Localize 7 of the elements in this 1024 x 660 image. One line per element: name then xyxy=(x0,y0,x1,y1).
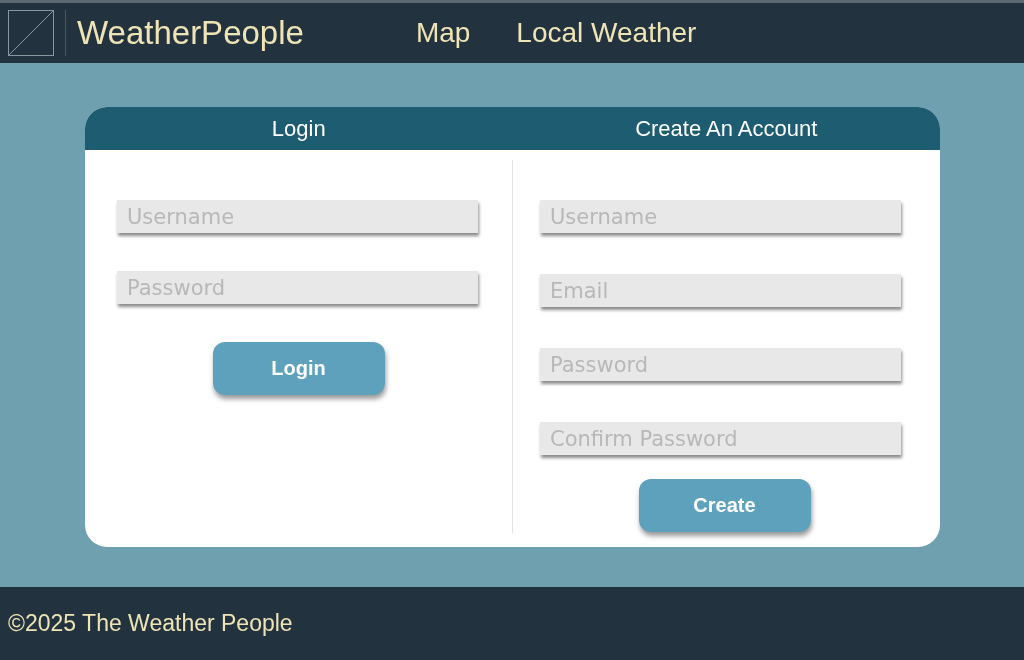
copyright-text: ©2025 The Weather People xyxy=(8,610,293,637)
site-title: WeatherPeople xyxy=(77,14,304,52)
logo-icon xyxy=(8,10,54,56)
section-heading: Create An Account xyxy=(635,115,818,142)
section-heading: Login xyxy=(271,115,326,142)
nav-link[interactable]: Map xyxy=(415,17,471,49)
nav-link[interactable]: Local Weather xyxy=(516,17,697,49)
